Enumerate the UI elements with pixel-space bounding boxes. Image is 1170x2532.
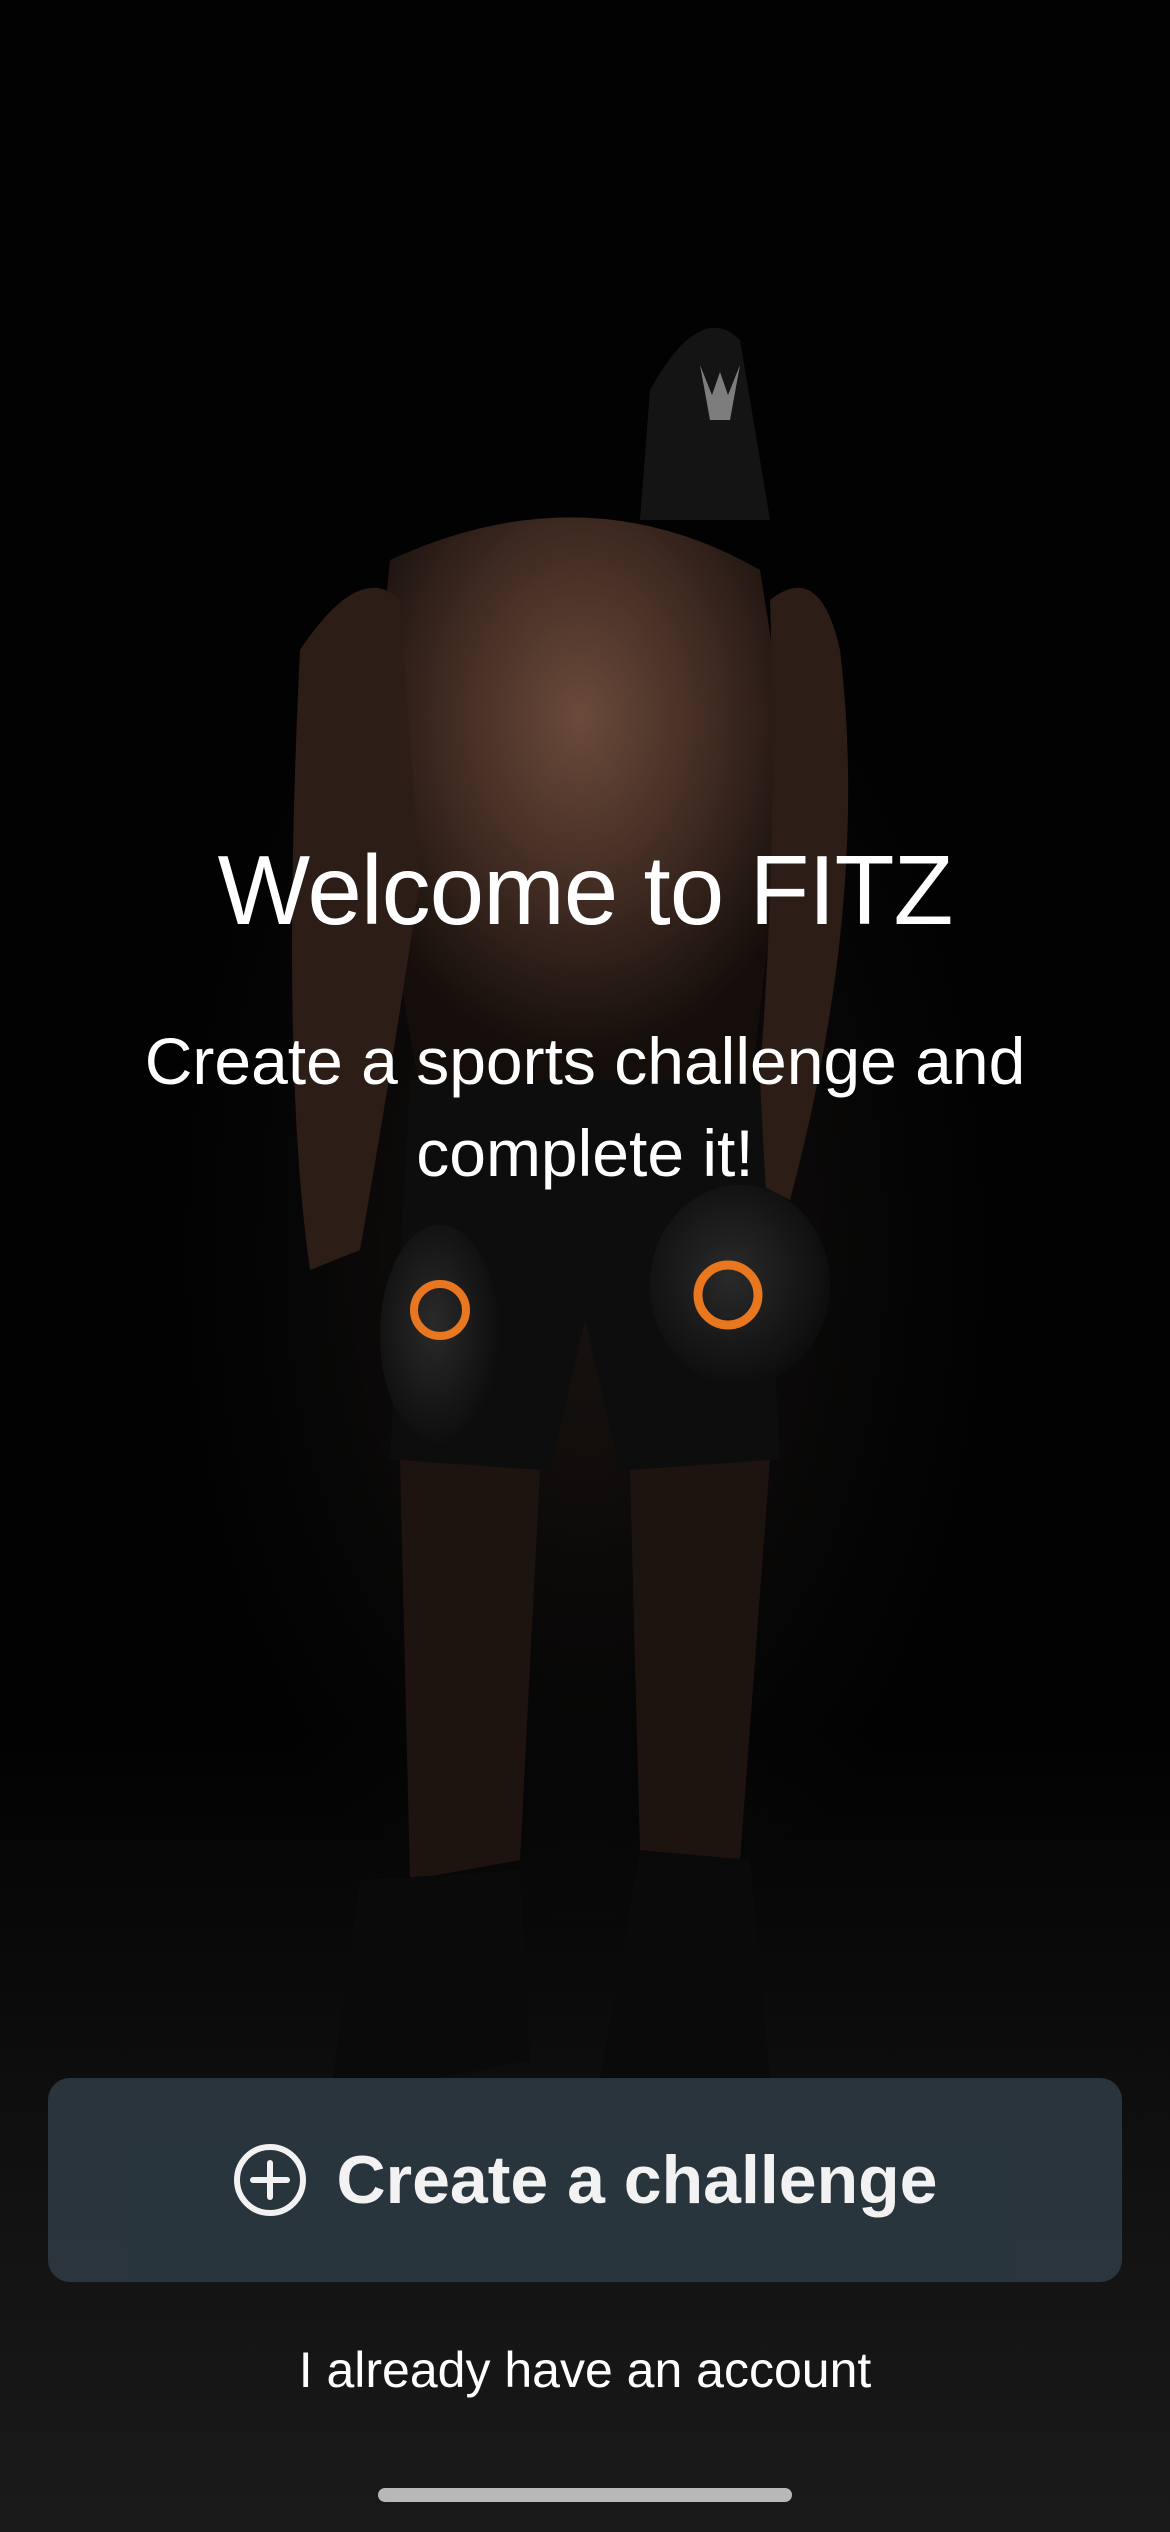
home-indicator[interactable] — [378, 2488, 792, 2502]
legs — [330, 1460, 770, 2100]
cap — [640, 327, 770, 520]
welcome-screen: Welcome to FITZ Create a sports challeng… — [0, 0, 1170, 2532]
create-challenge-button[interactable]: Create a challenge — [48, 2078, 1122, 2282]
page-subtitle: Create a sports challenge and complete i… — [144, 1024, 1026, 1190]
page-title: Welcome to FITZ — [217, 835, 954, 945]
create-challenge-label: Create a challenge — [336, 2142, 938, 2218]
plus-circle-icon — [233, 2143, 307, 2217]
left-dumbbell — [380, 1225, 500, 1445]
right-dumbbell — [650, 1185, 830, 1385]
existing-account-link[interactable]: I already have an account — [0, 2338, 1170, 2402]
